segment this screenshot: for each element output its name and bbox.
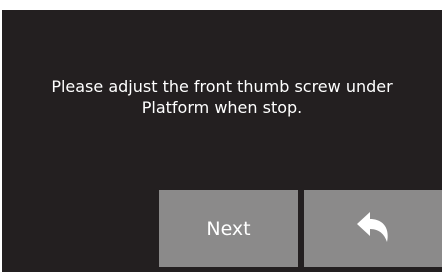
instruction-message: Please adjust the front thumb screw unde… (51, 77, 393, 117)
back-button[interactable] (304, 190, 442, 267)
next-button[interactable]: Next (159, 190, 298, 267)
dialog-screen: Please adjust the front thumb screw unde… (2, 10, 442, 272)
back-arrow-icon (353, 209, 393, 249)
